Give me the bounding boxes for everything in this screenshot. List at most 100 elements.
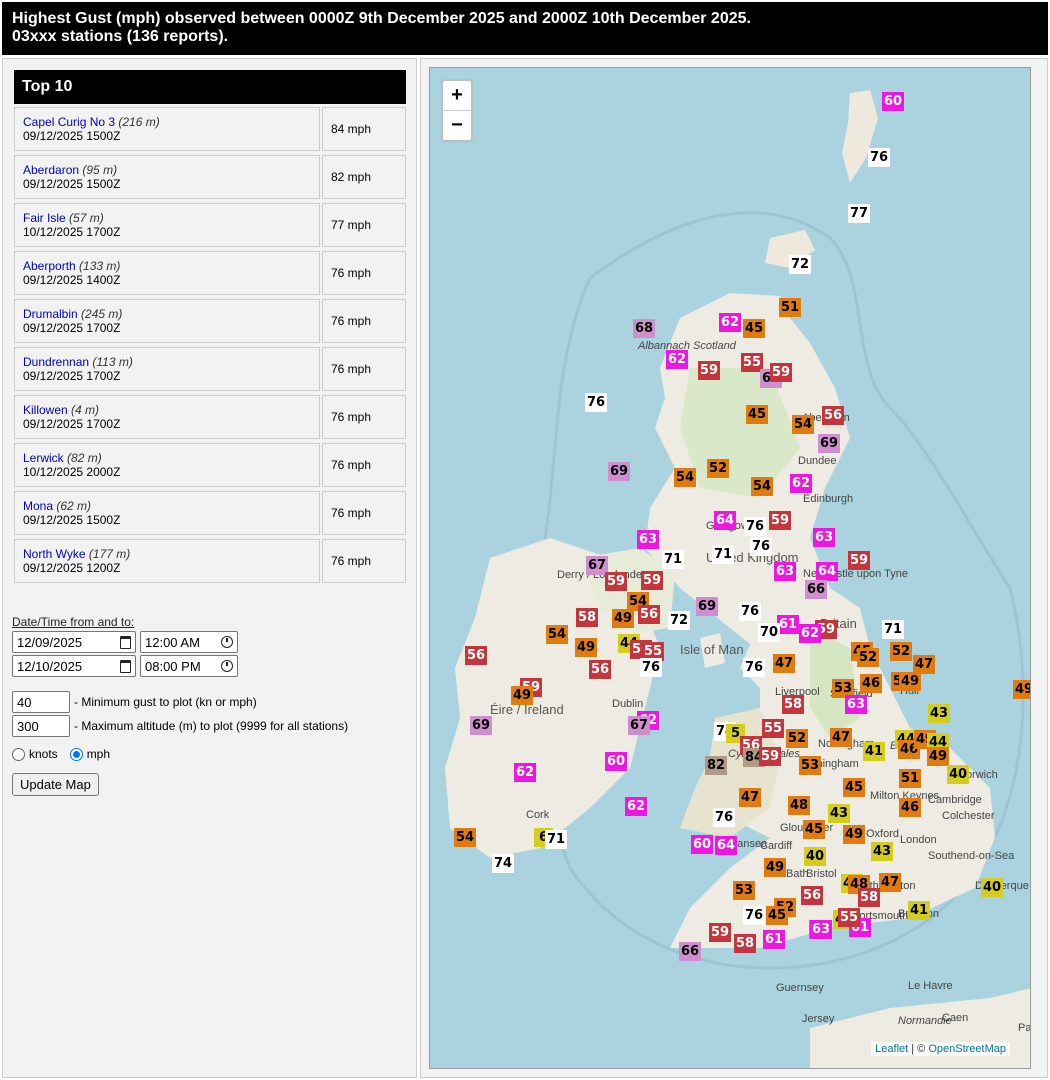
gust-marker[interactable]: 69 xyxy=(818,434,841,453)
gust-marker[interactable]: 59 xyxy=(605,572,628,591)
gust-marker[interactable]: 49 xyxy=(511,686,534,705)
gust-marker[interactable]: 49 xyxy=(612,609,635,628)
gust-marker[interactable]: 62 xyxy=(666,350,689,369)
gust-marker[interactable]: 76 xyxy=(750,537,773,556)
gust-marker[interactable]: 76 xyxy=(743,906,766,925)
gust-marker[interactable]: 62 xyxy=(514,763,537,782)
gust-marker[interactable]: 45 xyxy=(746,405,769,424)
gust-marker[interactable]: 62 xyxy=(625,797,648,816)
gust-marker[interactable]: 61 xyxy=(763,930,786,949)
gust-marker[interactable]: 59 xyxy=(759,747,782,766)
gust-marker[interactable]: 63 xyxy=(810,920,833,939)
station-link[interactable]: Drumalbin xyxy=(23,307,78,321)
gust-marker[interactable]: 76 xyxy=(713,808,736,827)
calendar-icon[interactable] xyxy=(120,659,131,673)
gust-marker[interactable]: 53 xyxy=(799,756,822,775)
gust-marker[interactable]: 77 xyxy=(848,204,871,223)
gust-marker[interactable]: 64 xyxy=(816,562,839,581)
gust-marker[interactable]: 70 xyxy=(758,623,781,642)
gust-marker[interactable]: 52 xyxy=(707,459,730,478)
gust-marker[interactable]: 54 xyxy=(674,468,697,487)
gust-marker[interactable]: 74 xyxy=(492,854,515,873)
gust-marker[interactable]: 56 xyxy=(801,886,824,905)
gust-marker[interactable]: 45 xyxy=(766,906,789,925)
gust-marker[interactable]: 66 xyxy=(679,942,702,961)
gust-marker[interactable]: 45 xyxy=(843,778,866,797)
gust-marker[interactable]: 63 xyxy=(813,528,836,547)
gust-marker[interactable]: 56 xyxy=(465,646,488,665)
gust-marker[interactable]: 45 xyxy=(803,820,826,839)
gust-marker[interactable]: 66 xyxy=(805,580,828,599)
gust-marker[interactable]: 54 xyxy=(454,828,477,847)
gust-marker[interactable]: 40 xyxy=(947,765,970,784)
gust-marker[interactable]: 52 xyxy=(857,648,880,667)
station-link[interactable]: Mona xyxy=(23,499,53,513)
gust-marker[interactable]: 60 xyxy=(691,835,714,854)
gust-marker[interactable]: 63 xyxy=(637,530,660,549)
station-link[interactable]: Lerwick xyxy=(23,451,64,465)
gust-marker[interactable]: 56 xyxy=(589,660,612,679)
gust-marker[interactable]: 61 xyxy=(777,615,800,634)
mph-radio[interactable] xyxy=(69,747,83,761)
gust-marker[interactable]: 67 xyxy=(628,716,651,735)
station-link[interactable]: Killowen xyxy=(23,403,68,417)
gust-marker[interactable]: 71 xyxy=(545,830,568,849)
gust-marker[interactable]: 48 xyxy=(788,796,811,815)
gust-marker[interactable]: 59 xyxy=(698,361,721,380)
leaflet-link[interactable]: Leaflet xyxy=(875,1043,908,1055)
gust-marker[interactable]: 59 xyxy=(770,363,793,382)
gust-marker[interactable]: 49 xyxy=(927,747,950,766)
clock-icon[interactable] xyxy=(221,636,233,648)
clock-icon[interactable] xyxy=(221,660,233,672)
gust-marker[interactable]: 55 xyxy=(762,719,785,738)
gust-marker[interactable]: 52 xyxy=(786,729,809,748)
gust-marker[interactable]: 69 xyxy=(696,597,719,616)
gust-marker[interactable]: 59 xyxy=(848,551,871,570)
to-date-input[interactable]: 12/10/2025 xyxy=(12,655,136,677)
osm-link[interactable]: OpenStreetMap xyxy=(928,1043,1006,1055)
station-link[interactable]: Aberporth xyxy=(23,259,76,273)
station-link[interactable]: Dundrennan xyxy=(23,355,89,369)
max-altitude-input[interactable] xyxy=(12,715,70,737)
gust-marker[interactable]: 51 xyxy=(779,298,802,317)
gust-marker[interactable]: 41 xyxy=(908,901,931,920)
gust-marker[interactable]: 58 xyxy=(576,608,599,627)
gust-marker[interactable]: 72 xyxy=(789,255,812,274)
gust-marker[interactable]: 43 xyxy=(828,804,851,823)
gust-marker[interactable]: 56 xyxy=(638,605,661,624)
gust-marker[interactable]: 58 xyxy=(858,888,881,907)
gust-marker[interactable]: 52 xyxy=(890,642,913,661)
knots-radio[interactable] xyxy=(12,747,25,761)
gust-marker[interactable]: 49 xyxy=(899,672,922,691)
gust-marker[interactable]: 51 xyxy=(899,769,922,788)
gust-marker[interactable]: 49 xyxy=(575,638,598,657)
gust-marker[interactable]: 76 xyxy=(743,658,766,677)
gust-marker[interactable]: 69 xyxy=(470,716,493,735)
gust-marker[interactable]: 76 xyxy=(739,602,762,621)
gust-marker[interactable]: 63 xyxy=(845,695,868,714)
station-link[interactable]: Fair Isle xyxy=(23,211,66,225)
gust-marker[interactable]: 69 xyxy=(608,462,631,481)
gust-marker[interactable]: 46 xyxy=(899,798,922,817)
gust-marker[interactable]: 63 xyxy=(774,562,797,581)
station-link[interactable]: Capel Curig No 3 xyxy=(23,115,115,129)
gust-marker[interactable]: 59 xyxy=(709,923,732,942)
gust-marker[interactable]: 68 xyxy=(633,319,656,338)
gust-marker[interactable]: 71 xyxy=(882,620,905,639)
gust-marker[interactable]: 62 xyxy=(719,313,742,332)
calendar-icon[interactable] xyxy=(120,635,131,649)
from-date-input[interactable]: 12/09/2025 xyxy=(12,631,136,653)
gust-marker[interactable]: 60 xyxy=(605,752,628,771)
gust-marker[interactable]: 76 xyxy=(640,658,663,677)
gust-marker[interactable]: 55 xyxy=(838,908,861,927)
gust-marker[interactable]: 71 xyxy=(712,545,735,564)
gust-marker[interactable]: 47 xyxy=(773,654,796,673)
update-map-button[interactable]: Update Map xyxy=(12,773,99,796)
gust-marker[interactable]: 40 xyxy=(981,878,1004,897)
gust-marker[interactable]: 49 xyxy=(843,825,866,844)
zoom-out-button[interactable]: − xyxy=(443,111,471,140)
zoom-in-button[interactable]: + xyxy=(443,81,471,111)
gust-marker[interactable]: 47 xyxy=(739,788,762,807)
gust-marker[interactable]: 82 xyxy=(705,756,728,775)
gust-marker[interactable]: 49 xyxy=(764,858,787,877)
